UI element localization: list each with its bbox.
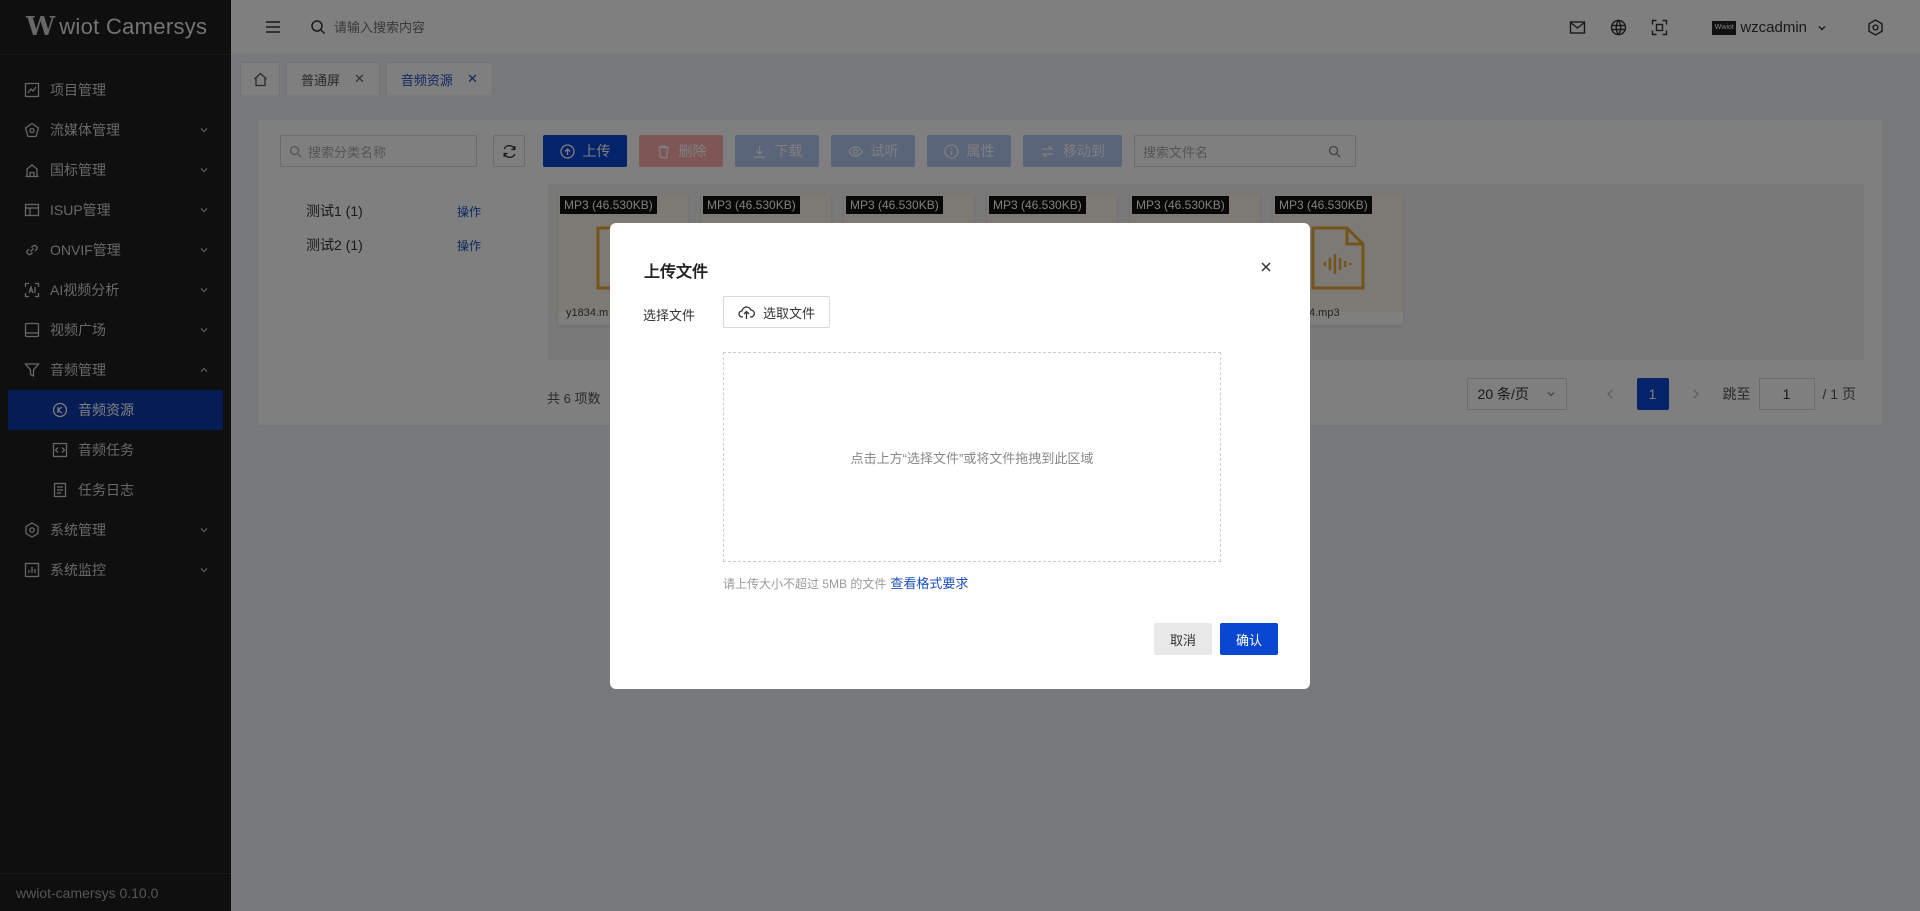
choose-file-button[interactable]: 选取文件	[723, 296, 831, 328]
upload-cloud-icon	[738, 305, 755, 319]
close-icon[interactable]	[1260, 261, 1272, 273]
drop-zone-text: 点击上方“选择文件”或将文件拖拽到此区域	[850, 450, 1094, 466]
dialog-title: 上传文件	[644, 264, 709, 281]
upload-hint-text: 请上传大小不超过 5MB 的文件	[723, 577, 887, 591]
format-requirements-link[interactable]: 查看格式要求	[890, 576, 968, 591]
choose-file-label: 选择文件	[643, 308, 696, 323]
file-drop-zone[interactable]: 点击上方“选择文件”或将文件拖拽到此区域	[723, 352, 1221, 562]
cancel-button[interactable]: 取消	[1153, 623, 1212, 655]
choose-file-button-label: 选取文件	[763, 305, 816, 321]
upload-hint: 请上传大小不超过 5MB 的文件 查看格式要求	[723, 573, 968, 592]
dialog-actions: 取消 确认	[1146, 623, 1278, 655]
confirm-button[interactable]: 确认	[1219, 623, 1278, 655]
upload-dialog: 上传文件 选择文件 选取文件 点击上方“选择文件”或将文件拖拽到此区域 请上传大…	[610, 223, 1310, 689]
